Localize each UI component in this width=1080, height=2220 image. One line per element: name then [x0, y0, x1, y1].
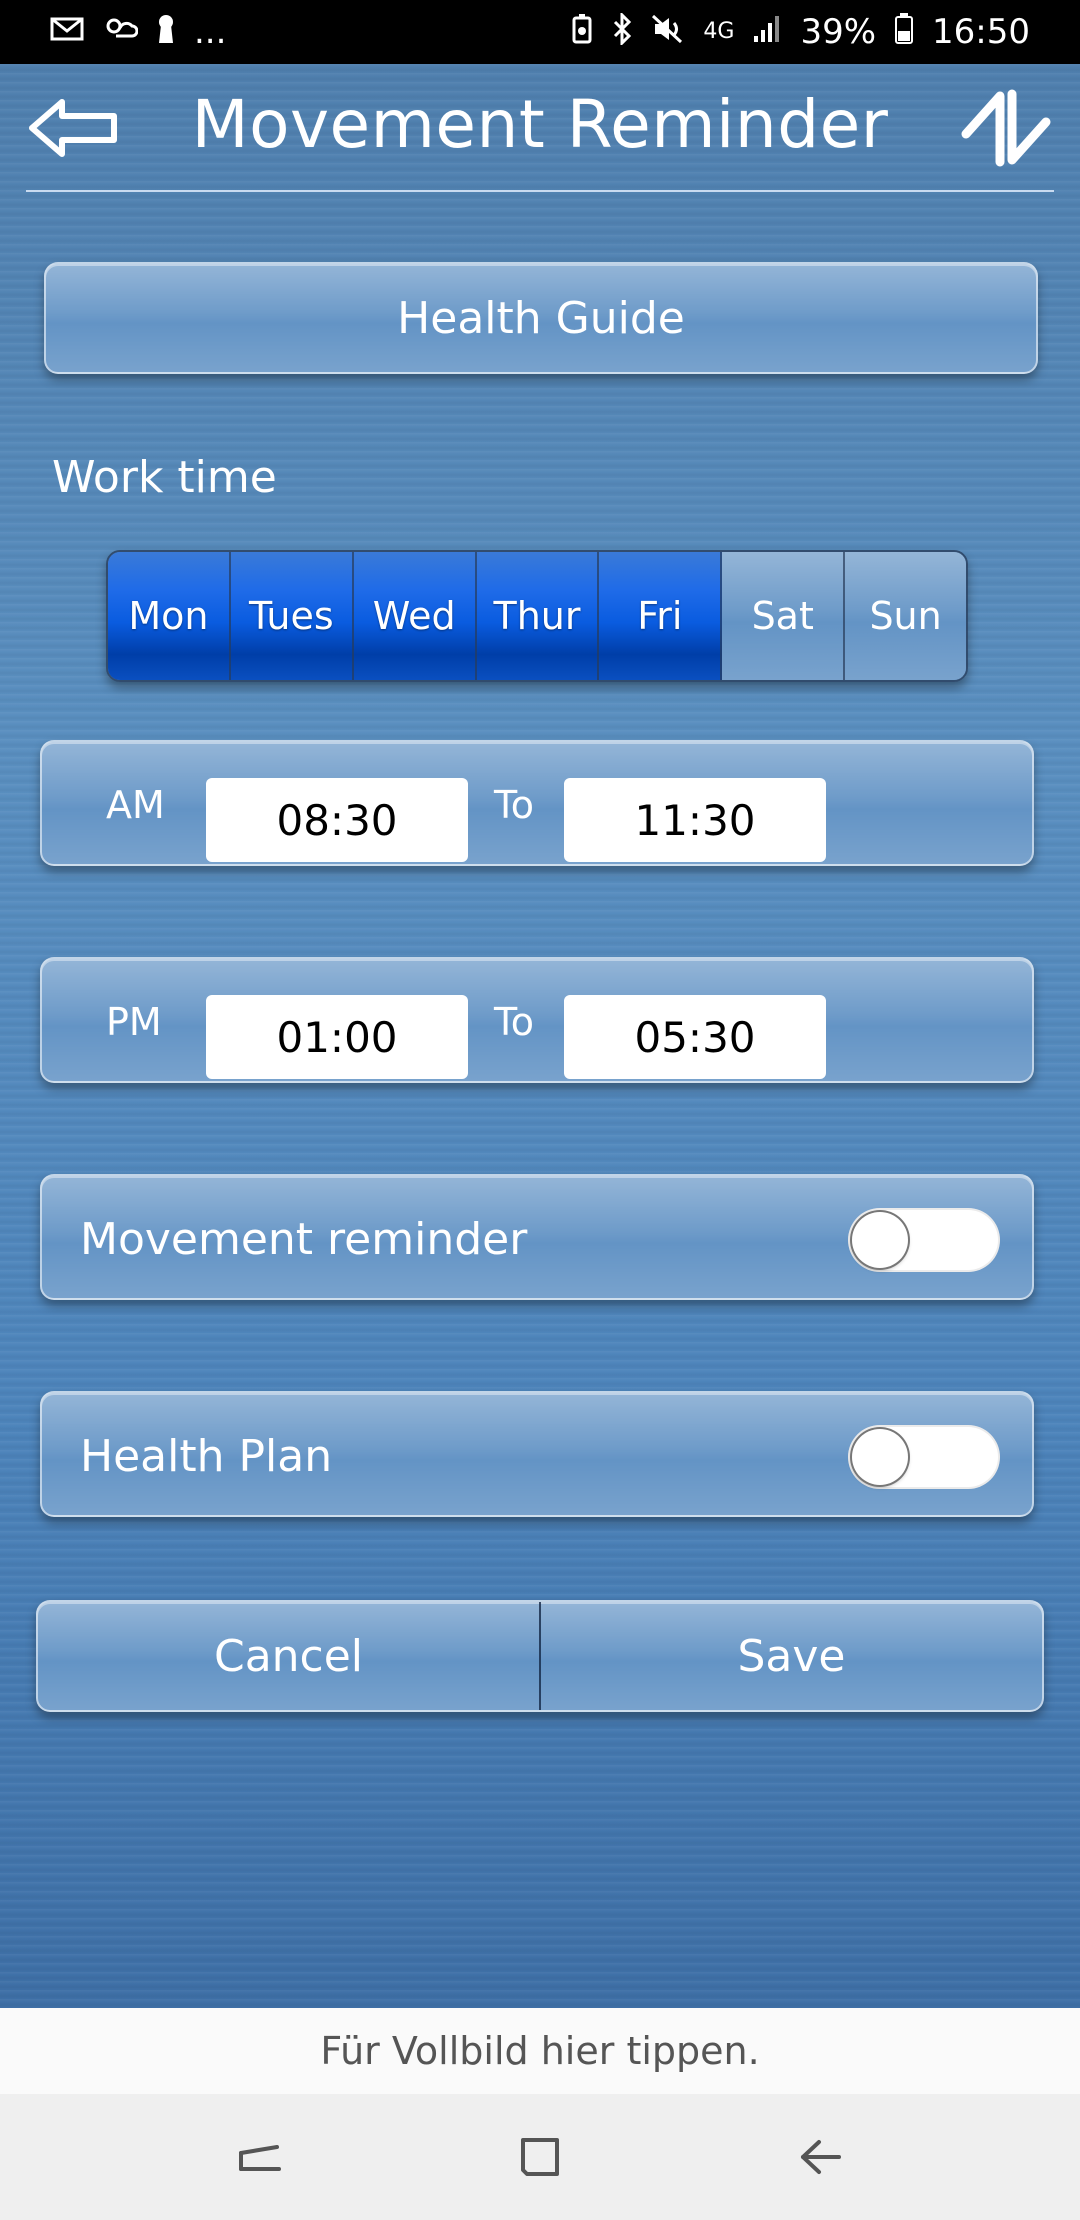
toggle-knob: [852, 1429, 908, 1485]
status-time: 16:50: [932, 12, 1030, 52]
health-plan-label: Health Plan: [80, 1430, 333, 1482]
battery-percent: 39%: [800, 12, 877, 52]
am-to-label: To: [494, 783, 535, 827]
page-title: Movement Reminder: [191, 86, 889, 163]
movement-reminder-label: Movement reminder: [80, 1213, 528, 1265]
pm-to-label: To: [494, 1000, 535, 1044]
status-overflow: ...: [194, 12, 227, 52]
bluetooth-icon: [611, 11, 633, 51]
recent-apps-icon: [239, 2145, 281, 2171]
mail-icon: [50, 15, 84, 49]
movement-reminder-toggle[interactable]: [848, 1208, 1000, 1272]
am-time-row: AM 08:30 To 11:30: [40, 740, 1034, 866]
nav-back-button[interactable]: [780, 2117, 860, 2197]
action-bar: Cancel Save: [36, 1600, 1044, 1712]
pm-time-row: PM 01:00 To 05:30: [40, 957, 1034, 1083]
header: Movement Reminder: [0, 64, 1080, 192]
fullscreen-hint[interactable]: Für Vollbild hier tippen.: [0, 2008, 1080, 2094]
am-end-time[interactable]: 11:30: [564, 778, 826, 862]
health-plan-toggle[interactable]: [848, 1425, 1000, 1489]
am-label: AM: [106, 783, 165, 827]
toggle-knob: [852, 1212, 908, 1268]
sync-button[interactable]: [956, 88, 1056, 168]
nav-bar: [0, 2094, 1080, 2220]
back-icon: [801, 2140, 841, 2174]
status-right: 4G 39% 16:50: [571, 11, 1030, 52]
day-fri[interactable]: Fri: [599, 552, 723, 680]
keyhole-icon: [156, 13, 176, 51]
mute-icon: [651, 14, 685, 50]
day-wed[interactable]: Wed: [353, 552, 477, 680]
sync-arrows-icon: [961, 89, 1051, 167]
weather-icon: [102, 14, 139, 50]
day-tues[interactable]: Tues: [230, 552, 354, 680]
save-button[interactable]: Save: [541, 1602, 1042, 1710]
app-screen: Movement Reminder Health Guide Work time…: [0, 64, 1080, 2008]
battery-saver-icon: [571, 14, 593, 50]
header-divider: [26, 190, 1054, 192]
battery-icon: [894, 13, 914, 51]
health-plan-row: Health Plan: [40, 1391, 1034, 1517]
network-4g-icon: 4G: [703, 19, 735, 44]
work-time-label: Work time: [52, 452, 277, 503]
movement-reminder-row: Movement reminder: [40, 1174, 1034, 1300]
cancel-button[interactable]: Cancel: [38, 1602, 539, 1710]
pm-end-time[interactable]: 05:30: [564, 995, 826, 1079]
day-thur[interactable]: Thur: [476, 552, 600, 680]
home-icon: [521, 2138, 559, 2176]
pm-start-time[interactable]: 01:00: [206, 995, 468, 1079]
day-sat[interactable]: Sat: [722, 552, 846, 680]
pm-label: PM: [106, 1000, 162, 1044]
home-button[interactable]: [500, 2117, 580, 2197]
am-start-time[interactable]: 08:30: [206, 778, 468, 862]
day-sun[interactable]: Sun: [845, 552, 966, 680]
recent-apps-button[interactable]: [220, 2117, 300, 2197]
signal-icon: [752, 14, 782, 50]
status-bar: ... 4G 39% 16:50: [0, 0, 1080, 64]
health-guide-button[interactable]: Health Guide: [44, 262, 1038, 374]
status-left: ...: [50, 12, 226, 52]
day-selector: Mon Tues Wed Thur Fri Sat Sun: [106, 550, 968, 682]
day-mon[interactable]: Mon: [108, 552, 231, 680]
